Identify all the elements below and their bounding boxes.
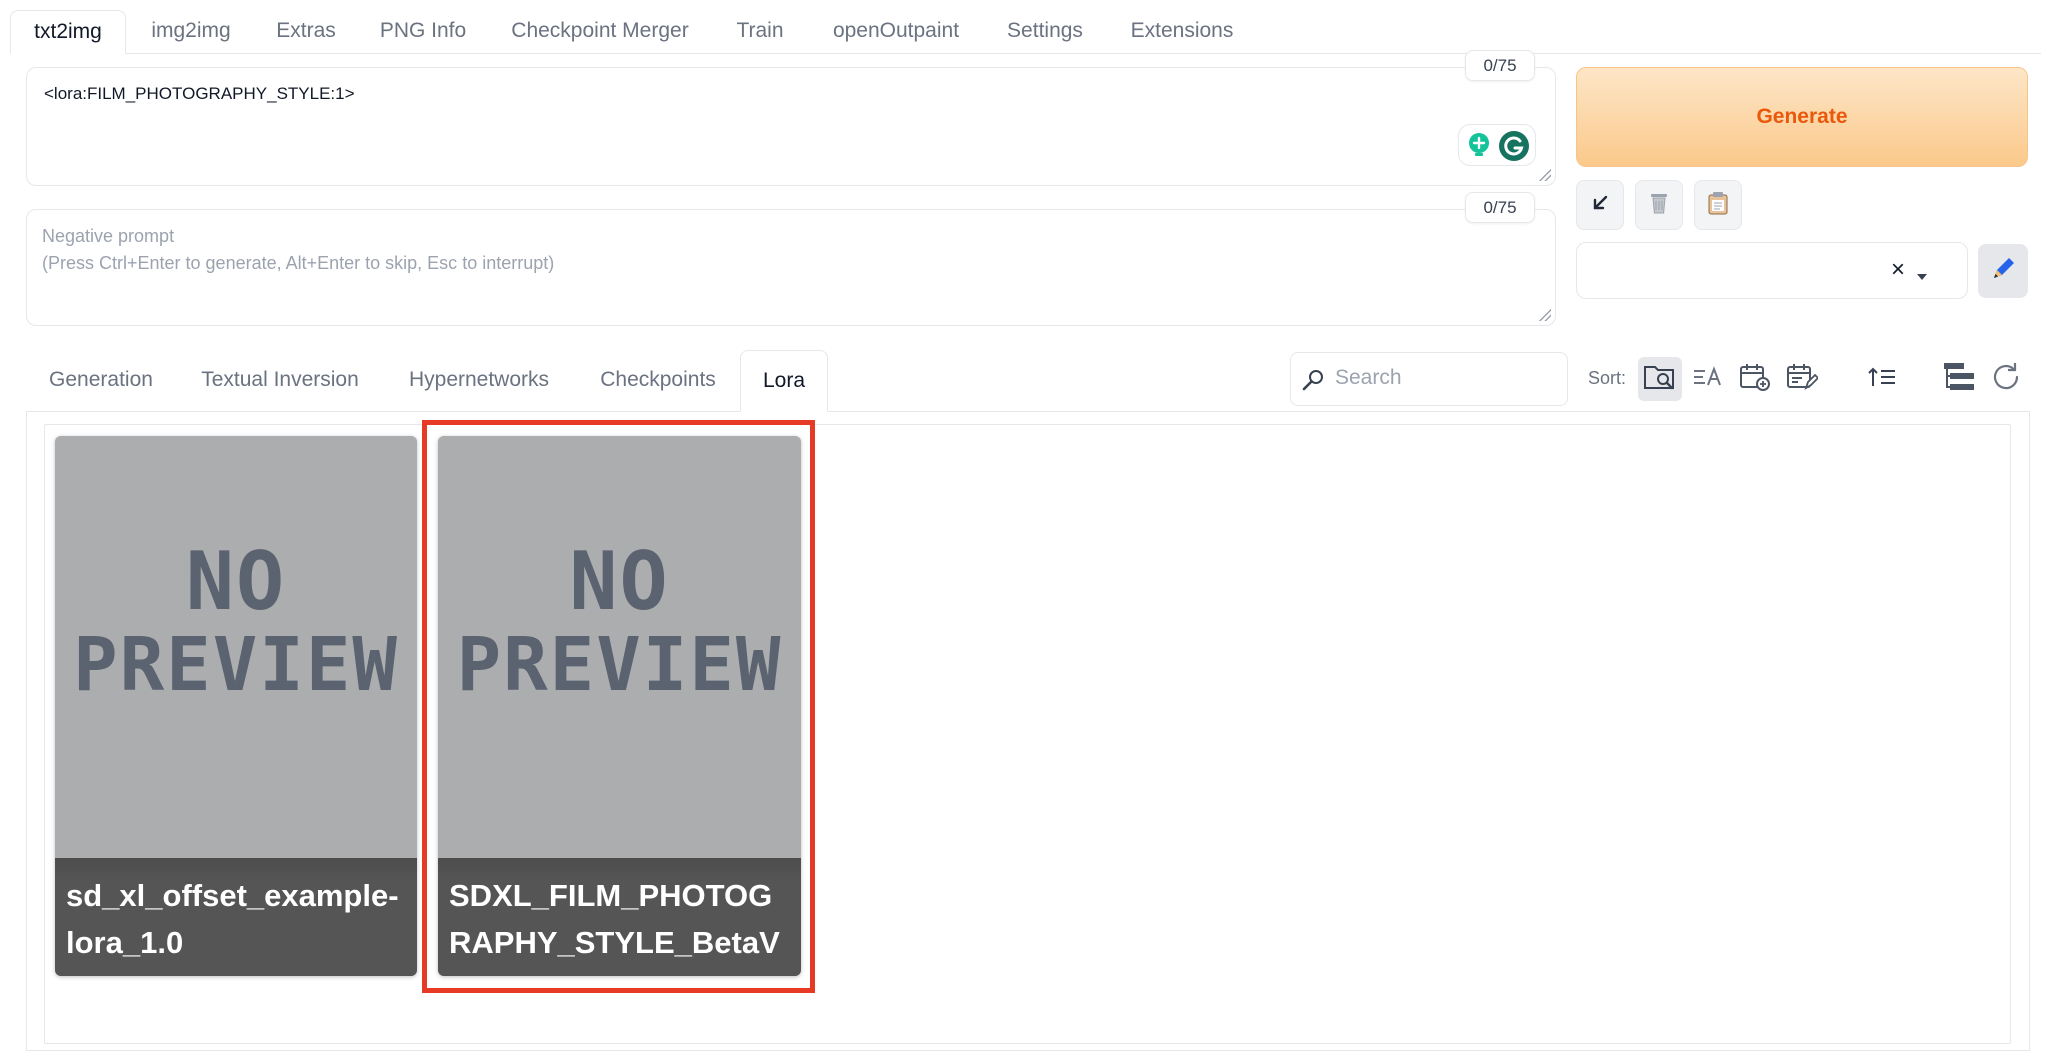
resize-handle[interactable] bbox=[1539, 309, 1551, 321]
tree-view-button[interactable] bbox=[1937, 357, 1981, 401]
close-icon[interactable]: × bbox=[1891, 256, 1905, 284]
sort-by-date-modified-button[interactable] bbox=[1780, 357, 1824, 401]
search-input[interactable]: Search bbox=[1290, 352, 1568, 406]
sort-by-date-created-button[interactable] bbox=[1733, 357, 1777, 401]
tab-txt2img[interactable]: txt2img bbox=[10, 10, 126, 54]
grammarly-widget[interactable] bbox=[1458, 124, 1536, 166]
card-preview-image: NO PREVIEW bbox=[55, 436, 417, 858]
lora-card[interactable]: NO PREVIEW SDXL_FILM_PHOTOGRAPHY_STYLE_B… bbox=[438, 436, 801, 976]
lightbulb-icon[interactable] bbox=[1466, 132, 1492, 158]
no-preview-line1: NO bbox=[185, 535, 287, 628]
text-a-icon bbox=[1692, 365, 1724, 394]
calendar-plus-icon bbox=[1739, 362, 1771, 397]
tab-checkpoint-merger[interactable]: Checkpoint Merger bbox=[498, 10, 702, 54]
edit-styles-button[interactable] bbox=[1978, 244, 2028, 298]
main-tabs: txt2img img2img Extras PNG Info Checkpoi… bbox=[0, 0, 2048, 55]
sort-by-path-button[interactable] bbox=[1638, 357, 1682, 401]
tab-textual-inversion[interactable]: Textual Inversion bbox=[182, 350, 378, 412]
tab-openoutpaint[interactable]: openOutpaint bbox=[816, 10, 976, 54]
prompt-text[interactable]: <lora:FILM_PHOTOGRAPHY_STYLE:1> bbox=[44, 84, 355, 104]
sort-by-name-button[interactable] bbox=[1686, 357, 1730, 401]
tab-img2img[interactable]: img2img bbox=[133, 10, 249, 54]
card-name: SDXL_FILM_PHOTOGRAPHY_STYLE_BetaV0.4 bbox=[438, 858, 801, 976]
read-params-button[interactable] bbox=[1576, 180, 1624, 230]
tab-settings[interactable]: Settings bbox=[992, 10, 1098, 54]
prompt-textarea[interactable]: <lora:FILM_PHOTOGRAPHY_STYLE:1> bbox=[26, 67, 1556, 186]
tab-generation[interactable]: Generation bbox=[26, 350, 176, 412]
tab-hypernetworks[interactable]: Hypernetworks bbox=[392, 350, 566, 412]
calendar-edit-icon bbox=[1786, 362, 1820, 397]
resize-handle[interactable] bbox=[1539, 169, 1551, 181]
tab-lora[interactable]: Lora bbox=[740, 350, 828, 412]
no-preview-line1: NO bbox=[569, 535, 670, 628]
trash-icon bbox=[1648, 191, 1670, 220]
sort-order-button[interactable] bbox=[1860, 357, 1904, 401]
search-icon bbox=[1301, 368, 1325, 398]
tabs-divider bbox=[126, 53, 2041, 54]
apply-styles-button[interactable] bbox=[1694, 180, 1742, 230]
card-preview-image: NO PREVIEW bbox=[438, 436, 801, 858]
no-preview-line2: PREVIEW bbox=[456, 622, 783, 708]
refresh-icon bbox=[1990, 361, 2022, 398]
styles-dropdown[interactable]: × bbox=[1576, 242, 1968, 299]
tab-train[interactable]: Train bbox=[718, 10, 802, 54]
no-preview-line2: PREVIEW bbox=[73, 622, 399, 708]
sort-label: Sort: bbox=[1588, 368, 1627, 388]
negative-token-counter: 0/75 bbox=[1465, 192, 1535, 223]
negative-prompt-textarea[interactable]: Negative prompt (Press Ctrl+Enter to gen… bbox=[26, 209, 1556, 326]
tree-view-icon bbox=[1942, 361, 1976, 398]
clear-prompt-button[interactable] bbox=[1635, 180, 1683, 230]
search-placeholder: Search bbox=[1335, 366, 1402, 389]
tab-extras[interactable]: Extras bbox=[256, 10, 356, 54]
grammarly-icon[interactable] bbox=[1498, 130, 1530, 162]
arrow-down-left-icon bbox=[1590, 193, 1610, 218]
pencil-icon bbox=[1990, 256, 2016, 287]
prompt-token-counter: 0/75 bbox=[1465, 50, 1535, 81]
clipboard-icon bbox=[1707, 191, 1729, 220]
sort-ascending-icon bbox=[1867, 366, 1897, 393]
refresh-button[interactable] bbox=[1984, 357, 2028, 401]
chevron-down-icon[interactable] bbox=[1917, 268, 1927, 286]
tab-checkpoints[interactable]: Checkpoints bbox=[584, 350, 732, 412]
negative-prompt-placeholder: Negative prompt (Press Ctrl+Enter to gen… bbox=[42, 226, 555, 273]
tab-extensions[interactable]: Extensions bbox=[1116, 10, 1248, 54]
card-name: sd_xl_offset_example-lora_1.0 bbox=[55, 858, 417, 976]
folder-search-icon bbox=[1643, 362, 1677, 397]
tab-png-info[interactable]: PNG Info bbox=[366, 10, 480, 54]
lora-card[interactable]: NO PREVIEW sd_xl_offset_example-lora_1.0 bbox=[55, 436, 417, 976]
generate-button[interactable]: Generate bbox=[1576, 67, 2028, 167]
